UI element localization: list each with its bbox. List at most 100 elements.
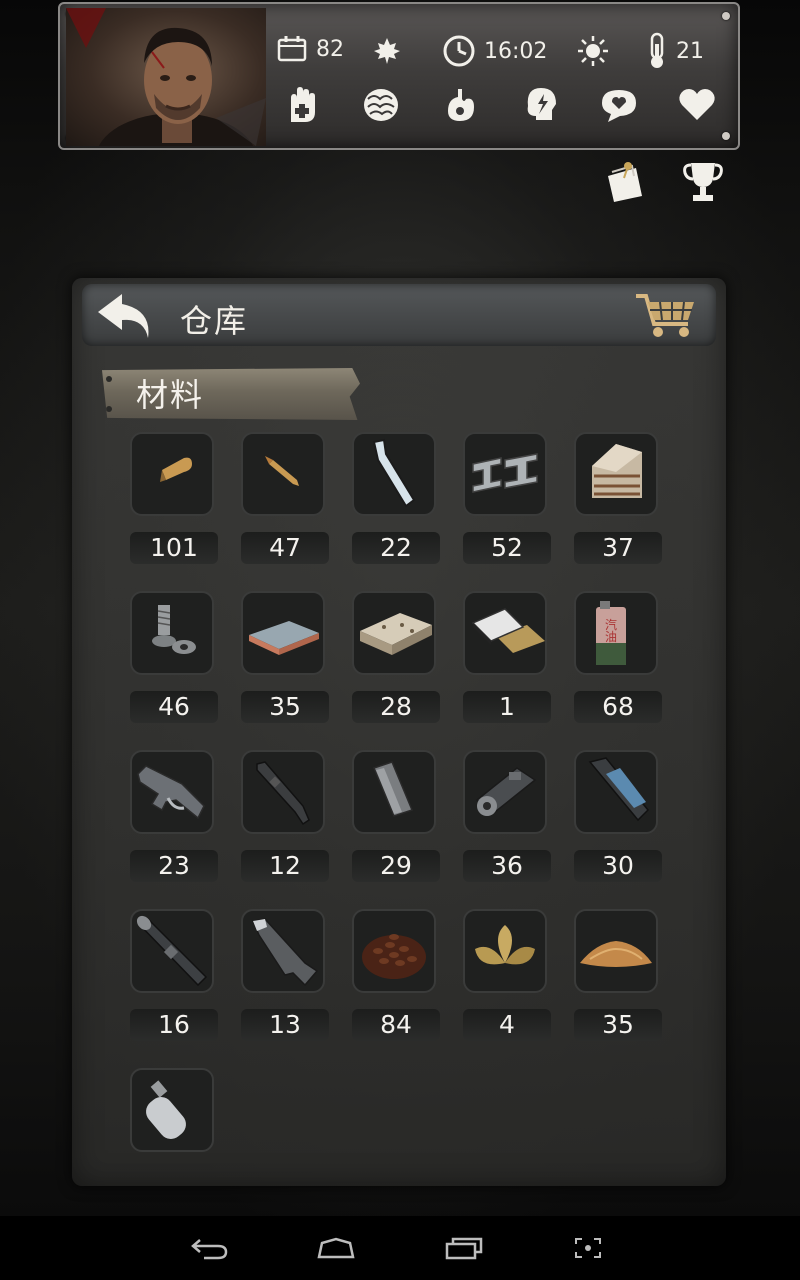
item-count: 30 (574, 850, 662, 882)
gun-slide-icon (588, 757, 650, 822)
inventory-slot[interactable]: 22 (352, 432, 442, 564)
inventory-slot[interactable]: 16 (130, 909, 220, 1041)
inventory-slot[interactable]: 35 (574, 909, 664, 1041)
item-frame[interactable] (352, 432, 436, 516)
inventory-slot[interactable] (130, 1068, 220, 1192)
item-frame[interactable] (241, 750, 325, 834)
item-frame[interactable] (574, 909, 658, 993)
item-frame[interactable] (130, 432, 214, 516)
heart-icon[interactable] (676, 84, 718, 126)
item-frame[interactable] (463, 750, 547, 834)
circuit-chip-icon (471, 608, 545, 653)
stomach-icon[interactable] (440, 84, 482, 126)
inventory-slot[interactable]: 30 (574, 750, 664, 882)
inventory-slot[interactable]: 46 (130, 591, 220, 723)
item-frame[interactable] (130, 750, 214, 834)
bolt-nut-icon (152, 605, 196, 654)
item-count: 46 (130, 691, 218, 723)
nav-home-icon (317, 1237, 355, 1259)
shop-cart-button[interactable] (632, 288, 702, 342)
metal-sheet-icon (249, 621, 319, 655)
inventory-slot[interactable]: 47 (241, 432, 331, 564)
rivet (722, 132, 730, 140)
item-count: 23 (130, 850, 218, 882)
nail (106, 376, 112, 382)
item-count: 16 (130, 1009, 218, 1041)
rifle-bullet-icon (265, 456, 299, 486)
powder-pile-icon (580, 941, 652, 967)
item-frame[interactable] (352, 750, 436, 834)
item-frame[interactable] (574, 432, 658, 516)
nav-home-button[interactable] (308, 1230, 364, 1266)
head-energy-icon[interactable] (520, 84, 562, 126)
item-count: 47 (241, 532, 329, 564)
calendar-icon (276, 34, 308, 64)
status-hud: 82 16:02 21 (58, 2, 740, 150)
temperature-stat: 21 (646, 32, 704, 70)
item-count: 101 (130, 532, 218, 564)
speech-heart-icon[interactable] (598, 84, 640, 126)
nav-recents-button[interactable] (436, 1230, 492, 1266)
item-frame[interactable] (130, 909, 214, 993)
health-hand-icon[interactable] (282, 84, 324, 126)
item-frame[interactable] (130, 591, 214, 675)
item-count: 68 (574, 691, 662, 723)
system-nav-bar (0, 1216, 800, 1280)
temperature-value: 21 (676, 38, 704, 64)
item-count: 28 (352, 691, 440, 723)
inventory-slot[interactable]: 29 (352, 750, 442, 882)
notes-icon[interactable] (600, 156, 650, 206)
inventory-slot[interactable]: 汽油 68 (574, 591, 664, 723)
inventory-slot[interactable]: 101 (130, 432, 220, 564)
brain-icon[interactable] (360, 84, 402, 126)
item-count: 12 (241, 850, 329, 882)
maple-leaf-icon[interactable] (366, 30, 408, 72)
nav-back-button[interactable] (182, 1230, 238, 1266)
inventory-slot[interactable]: 37 (574, 432, 664, 564)
trophy-icon[interactable] (678, 156, 728, 206)
inventory-slot[interactable]: 35 (241, 591, 331, 723)
inventory-slot[interactable]: 4 (463, 909, 553, 1041)
inventory-slot[interactable]: 52 (463, 432, 553, 564)
inventory-slot[interactable]: 1 (463, 591, 553, 723)
back-button[interactable] (90, 290, 160, 340)
nav-screenshot-button[interactable] (560, 1230, 616, 1266)
steel-beam-icon (472, 453, 538, 493)
inventory-slot[interactable]: 36 (463, 750, 553, 882)
inventory-slot[interactable]: 23 (130, 750, 220, 882)
item-frame[interactable] (463, 591, 547, 675)
time-value: 16:02 (484, 38, 548, 64)
item-frame[interactable] (574, 750, 658, 834)
item-frame[interactable] (241, 591, 325, 675)
item-frame[interactable] (352, 591, 436, 675)
storage-panel: 仓库 材料 101 47 22 52 37 46 35 28 1 汽油 68 23 12 29 36 30 16… (72, 278, 726, 1186)
nail (106, 406, 112, 412)
inventory-slot[interactable]: 12 (241, 750, 331, 882)
days-stat: 82 (276, 34, 344, 64)
inventory-slot[interactable]: 84 (352, 909, 442, 1041)
item-count: 4 (463, 1009, 551, 1041)
gasoline-can-icon: 汽油 (596, 601, 626, 665)
character-portrait[interactable] (66, 8, 266, 146)
tobacco-leaves-icon (475, 925, 535, 965)
item-frame[interactable] (352, 909, 436, 993)
svg-text:油: 油 (605, 630, 617, 644)
item-frame[interactable] (463, 909, 547, 993)
sun-icon[interactable] (572, 30, 614, 72)
inventory-slot[interactable]: 28 (352, 591, 442, 723)
item-frame[interactable] (463, 432, 547, 516)
item-frame[interactable] (130, 1068, 214, 1152)
scope-icon (136, 915, 208, 987)
wooden-board-icon (360, 613, 432, 655)
item-count: 37 (574, 532, 662, 564)
item-count: 13 (241, 1009, 329, 1041)
inventory-slot[interactable]: 13 (241, 909, 331, 1041)
pistol-bullet-icon (160, 457, 192, 482)
item-count: 35 (241, 691, 329, 723)
item-count: 84 (352, 1009, 440, 1041)
back-arrow-icon (98, 294, 149, 338)
item-frame[interactable] (241, 909, 325, 993)
item-frame[interactable] (241, 432, 325, 516)
item-frame[interactable]: 汽油 (574, 591, 658, 675)
wood-block-icon (592, 444, 642, 498)
